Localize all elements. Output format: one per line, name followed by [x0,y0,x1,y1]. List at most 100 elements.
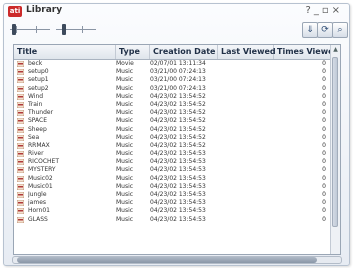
cell-type: Music [116,109,134,117]
cell-times: 0 [322,150,326,158]
music-file-icon [16,77,25,84]
cell-times: 0 [322,158,326,166]
column-title[interactable]: Title [14,45,116,59]
cell-times: 0 [322,215,326,223]
ati-logo-icon: ati [8,6,22,17]
cell-date: 03/21/00 07:24:13 [150,76,206,84]
toolbar: ⇓ ⟳ ⌕ [4,20,349,40]
search-icon[interactable]: ⌕ [332,22,348,38]
cell-title: setup1 [28,76,49,84]
slider-knob-icon[interactable] [12,24,16,35]
column-creation-date[interactable]: Creation Date [150,45,218,59]
table-row[interactable]: james Music 04/23/02 13:54:53 0 [14,199,331,207]
table-row[interactable]: setup0 Music 03/21/00 07:24:13 0 [14,68,331,76]
table-row[interactable]: Horn01 Music 04/23/02 13:54:53 0 [14,207,331,215]
cell-times: 0 [322,207,326,215]
cell-date: 04/23/02 13:54:52 [150,125,206,133]
music-file-icon [16,134,25,141]
cell-times: 0 [322,133,326,141]
table-row[interactable]: MYSTERY Music 04/23/02 13:54:53 0 [14,166,331,174]
cell-type: Music [116,174,134,182]
table-row[interactable]: Wind Music 04/23/02 13:54:52 0 [14,93,331,101]
title-bar[interactable]: ati Library ?_▫× [4,4,349,19]
cell-title: MYSTERY [28,166,56,174]
table-header: Title Type Creation Date Last Viewed Tim… [14,45,339,60]
cell-title: Horn01 [28,207,50,215]
table-row[interactable]: Music01 Music 04/23/02 13:54:53 0 [14,183,331,191]
cell-title: Thunder [28,109,54,117]
cell-date: 03/21/00 07:24:13 [150,68,206,76]
save-icon[interactable]: ⇓ [302,22,318,38]
refresh-icon[interactable]: ⟳ [317,22,333,38]
cell-times: 0 [322,92,326,100]
table-row[interactable]: setup2 Music 03/21/00 07:24:13 0 [14,85,331,93]
music-file-icon [16,93,25,100]
cell-type: Music [116,150,134,158]
cell-type: Music [116,133,134,141]
cell-date: 04/23/02 13:54:53 [150,182,206,190]
cell-date: 04/23/02 13:54:52 [150,109,206,117]
cell-title: Sea [28,133,40,141]
window-controls[interactable]: ?_▫× [306,5,343,16]
column-times-viewed[interactable]: Times Viewed [274,45,339,59]
table-row[interactable]: RRMAX Music 04/23/02 13:54:52 0 [14,142,331,150]
table-row[interactable]: SPACE Music 04/23/02 13:54:52 0 [14,117,331,125]
scroll-up-icon[interactable]: ▲ [331,45,340,54]
column-type[interactable]: Type [116,45,150,59]
cell-times: 0 [322,76,326,84]
music-file-icon [16,109,25,117]
cell-date: 02/07/01 13:11:34 [150,60,206,67]
cell-date: 04/23/02 13:54:52 [150,100,206,108]
table-row[interactable]: Train Music 04/23/02 13:54:52 0 [14,101,331,109]
table-row[interactable]: RICOCHET Music 04/23/02 13:54:53 0 [14,158,331,166]
cell-date: 04/23/02 13:54:52 [150,133,206,141]
horizontal-scrollbar[interactable] [12,256,342,264]
cell-times: 0 [322,125,326,133]
cell-type: Music [116,92,134,100]
cell-title: Music02 [28,174,53,182]
table-row[interactable]: Jungle Music 04/23/02 13:54:53 0 [14,191,331,199]
table-row[interactable]: GLASS Music 04/23/02 13:54:53 0 [14,216,331,224]
cell-type: Music [116,141,134,149]
horizontal-scroll-thumb[interactable] [17,257,317,263]
table-row[interactable]: Sheep Music 04/23/02 13:54:52 0 [14,126,331,134]
music-file-icon [16,68,25,76]
cell-type: Music [116,117,134,125]
music-file-icon [16,150,25,158]
cell-type: Music [116,191,134,198]
cell-times: 0 [322,166,326,174]
right-slider[interactable] [56,23,96,36]
cell-type: Music [116,68,134,76]
slider-knob-icon[interactable] [62,24,66,35]
music-file-icon [16,118,25,125]
column-last-viewed[interactable]: Last Viewed [218,45,276,59]
cell-title: Music01 [28,182,53,190]
cell-type: Music [116,84,134,92]
table-row[interactable]: Thunder Music 04/23/02 13:54:52 0 [14,109,331,117]
vertical-scrollbar[interactable]: ▲ [330,45,340,254]
music-file-icon [16,159,25,166]
cell-times: 0 [322,100,326,108]
cell-title: beck [28,60,43,67]
music-file-icon [16,199,25,207]
scroll-thumb[interactable] [332,57,338,227]
cell-times: 0 [322,84,326,92]
left-slider[interactable] [10,23,50,36]
window-title: Library [26,5,63,15]
table-row[interactable]: beck Movie 02/07/01 13:11:34 0 [14,60,331,68]
cell-times: 0 [322,117,326,125]
table-row[interactable]: River Music 04/23/02 13:54:53 0 [14,150,331,158]
cell-title: River [28,150,44,158]
table-row[interactable]: Music02 Music 04/23/02 13:54:53 0 [14,175,331,183]
cell-times: 0 [322,141,326,149]
cell-title: Jungle [28,191,47,198]
cell-title: setup0 [28,68,49,76]
table-row[interactable]: Sea Music 04/23/02 13:54:52 0 [14,134,331,142]
cell-date: 04/23/02 13:54:53 [150,207,206,215]
cell-date: 04/23/02 13:54:52 [150,92,206,100]
cell-title: GLASS [28,215,48,223]
cell-type: Music [116,76,134,84]
cell-times: 0 [322,199,326,207]
music-file-icon [16,191,25,199]
table-row[interactable]: setup1 Music 03/21/00 07:24:13 0 [14,76,331,84]
